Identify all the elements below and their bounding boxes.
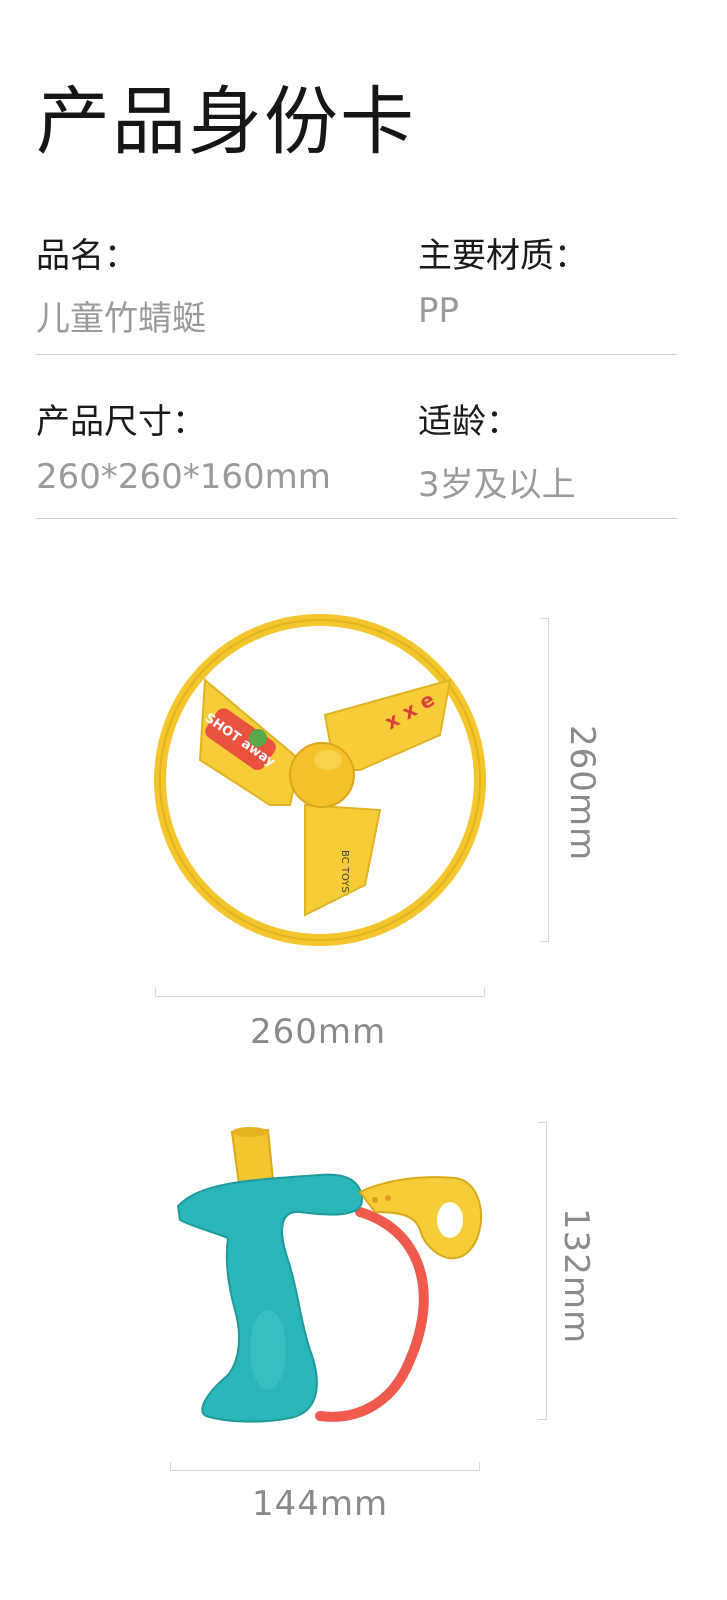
spec-material: 主要材质： PP — [418, 228, 588, 331]
disc-width-label: 260mm — [250, 1012, 387, 1052]
spec-name-value: 儿童竹蜻蜓 — [36, 299, 206, 339]
disc-height-dimension-line — [540, 618, 549, 942]
disc-height-label: 260mm — [562, 725, 602, 862]
spec-size-value: 260*260*160mm — [36, 457, 331, 497]
spec-material-value: PP — [418, 291, 460, 331]
disc-width-dimension-line — [155, 988, 485, 997]
spec-age-value: 3岁及以上 — [418, 465, 576, 505]
launcher-height-label: 132mm — [556, 1208, 596, 1345]
launcher-image — [176, 1127, 483, 1423]
spec-size-label: 产品尺寸： — [36, 402, 206, 442]
flying-disc-image: SHOT away x x e BC TOYS — [154, 614, 486, 946]
launcher-width-dimension-line — [170, 1462, 480, 1471]
spec-name-label: 品名： — [36, 236, 138, 276]
launcher-width-label: 144mm — [252, 1484, 389, 1524]
spec-name: 品名： 儿童竹蜻蜓 — [36, 228, 206, 340]
spec-material-label: 主要材质： — [418, 236, 588, 276]
launcher-height-dimension-line — [538, 1122, 547, 1420]
divider — [36, 518, 677, 519]
divider — [36, 354, 677, 355]
spec-age-label: 适龄： — [418, 402, 520, 442]
spec-size: 产品尺寸： 260*260*160mm — [36, 394, 331, 497]
disc-brand: BC TOYS — [339, 850, 350, 893]
spec-age: 适龄： 3岁及以上 — [418, 394, 576, 506]
page-title: 产品身份卡 — [36, 79, 416, 165]
